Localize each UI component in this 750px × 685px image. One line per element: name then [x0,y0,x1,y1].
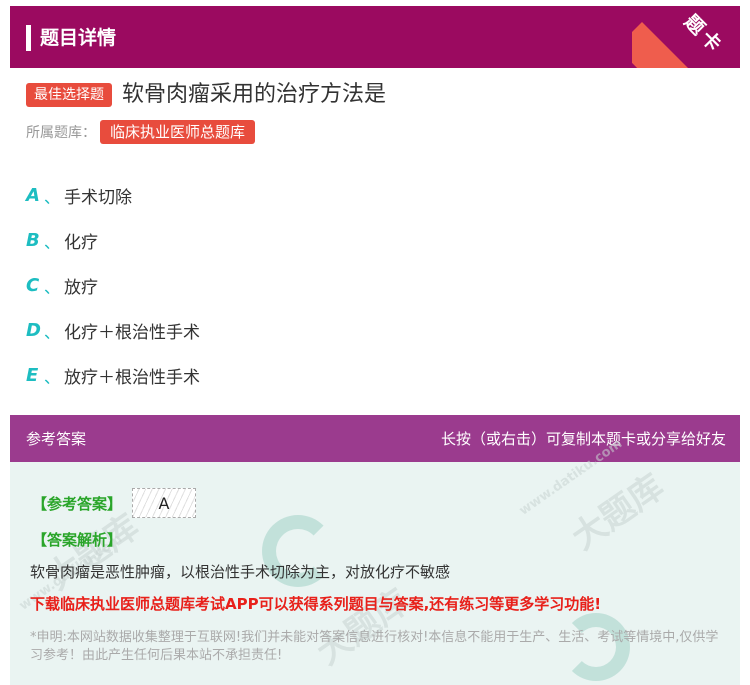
analysis-label: 【答案解析】 [32,531,123,549]
option-d[interactable]: D 、 化疗＋根治性手术 [26,308,200,353]
watermark-text: 大题库 [564,466,672,559]
page-header: 题目详情 题卡 [10,6,740,68]
analysis-text: 软骨肉瘤是恶性肿瘤，以根治性手术切除为主，对放化疗不敏感 [30,563,451,581]
question-row: 最佳选择题 软骨肉瘤采用的治疗方法是 [26,80,386,110]
corner-ribbon: 题卡 [632,6,740,68]
option-separator: 、 [44,187,61,207]
option-letter: A [26,185,40,206]
ribbon-label: 题卡 [679,10,728,59]
option-letter: B [26,230,40,251]
question-type-badge: 最佳选择题 [26,83,112,107]
answer-panel: 参考答案 长按（或右击）可复制本题卡或分享给好友 大题库 大题库 大题库 www… [10,415,740,685]
option-c[interactable]: C 、 放疗 [26,263,200,308]
question-bank-label: 所属题库： [26,125,96,141]
reference-answer-row: 【参考答案】 A [32,488,197,518]
option-letter: E [26,365,39,386]
page-title: 题目详情 [40,27,117,49]
reference-answer-label: 【参考答案】 [32,494,123,513]
option-text: 化疗 [64,233,98,253]
option-b[interactable]: B 、 化疗 [26,218,200,263]
answer-panel-title: 参考答案 [26,430,87,448]
question-bank-link[interactable]: 临床执业医师总题库 [100,120,256,144]
option-separator: 、 [44,277,61,297]
option-text: 手术切除 [64,188,132,208]
ribbon-band [632,22,740,68]
option-text: 化疗＋根治性手术 [64,323,200,343]
option-text: 放疗 [64,278,98,298]
disclaimer-text: *申明:本网站数据收集整理于互联网!我们并未能对答案信息进行核对!本信息不能用于… [30,630,719,663]
answer-panel-header: 参考答案 长按（或右击）可复制本题卡或分享给好友 [10,415,740,462]
answer-captcha-image: A [132,488,197,518]
header-accent-bar [26,25,31,51]
option-list: A 、 手术切除 B 、 化疗 C 、 放疗 D 、 化疗＋根治性手术 E 、 … [26,173,200,398]
option-e[interactable]: E 、 放疗＋根治性手术 [26,353,200,398]
option-letter: C [26,275,40,296]
option-letter: D [26,320,41,341]
option-a[interactable]: A 、 手术切除 [26,173,200,218]
option-text: 放疗＋根治性手术 [64,368,200,388]
share-hint: 长按（或右击）可复制本题卡或分享给好友 [440,430,726,448]
option-separator: 、 [44,367,61,387]
option-separator: 、 [44,322,61,342]
question-bank-row: 所属题库： 临床执业医师总题库 [26,120,256,144]
question-text: 软骨肉瘤采用的治疗方法是 [122,82,387,107]
answer-value: A [158,493,170,513]
app-promo-link[interactable]: 下载临床执业医师总题库考试APP可以获得系列题目与答案,还有练习等更多学习功能! [30,593,601,614]
option-separator: 、 [44,232,61,252]
